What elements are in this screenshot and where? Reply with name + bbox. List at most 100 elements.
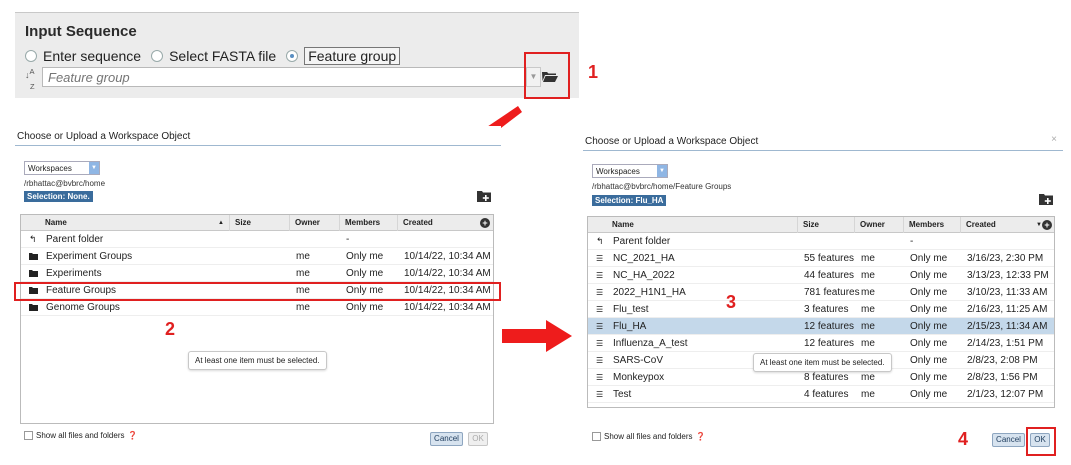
cell-created: 2/15/23, 11:34 AM	[967, 321, 1048, 332]
cell-size: 12 features	[804, 321, 855, 332]
cell-name: Flu_HA	[613, 321, 647, 332]
cell-created: 2/1/23, 12:07 PM	[967, 389, 1044, 400]
close-icon[interactable]: ×	[1051, 134, 1057, 145]
selection-tooltip: At least one item must be selected.	[753, 353, 892, 372]
cell-created: 2/8/23, 1:56 PM	[967, 372, 1038, 383]
sort-az-icon[interactable]: ↓A Z	[25, 68, 39, 91]
cell-created: 3/16/23, 2:30 PM	[967, 253, 1044, 264]
cell-size: 4 features	[804, 389, 849, 400]
table-row[interactable]: Experiments me Only me 10/14/22, 10:34 A…	[21, 265, 493, 282]
add-column-icon[interactable]: +	[480, 218, 490, 228]
new-folder-icon[interactable]	[1039, 193, 1053, 205]
table-row[interactable]: Experiment Groups me Only me 10/14/22, 1…	[21, 248, 493, 265]
col-members[interactable]: Members	[904, 217, 961, 233]
col-created[interactable]: Created ▼	[961, 217, 1054, 233]
help-icon[interactable]: ❓	[128, 431, 138, 440]
selection-badge: Selection: None.	[24, 191, 93, 202]
col-name[interactable]: Name	[588, 217, 798, 233]
selection-badge: Selection: Flu_HA	[592, 195, 667, 206]
list-icon: ☰	[596, 373, 604, 382]
radio-feature-group-label[interactable]: Feature group	[304, 47, 401, 65]
col-name[interactable]: Name ▲	[21, 215, 230, 231]
table-row[interactable]: ↰ Parent folder -	[21, 231, 493, 248]
cell-created: 3/10/23, 11:33 AM	[967, 287, 1048, 298]
list-icon: ☰	[596, 390, 604, 399]
folder-icon	[29, 253, 38, 260]
cell-owner: me	[861, 321, 875, 332]
highlight-box-feature-groups	[14, 282, 501, 301]
table-row[interactable]: ☰ 2022_H1N1_HA 781 features me Only me 3/10/2…	[588, 284, 1054, 301]
workspaces-select[interactable]: Workspaces ▼	[24, 161, 100, 175]
cell-name: Parent folder	[613, 236, 671, 247]
col-size[interactable]: Size	[230, 215, 290, 231]
table-row[interactable]: ☰ Influenza_A_test 12 features me Only me 2/1…	[588, 335, 1054, 352]
cell-owner: me	[861, 270, 875, 281]
table-row[interactable]: ☰ Test 4 features me Only me 2/1/23, 12:07 PM	[588, 386, 1054, 403]
table-row[interactable]: ☰ Flu_HA 12 features me Only me 2/15/23, 11:3…	[588, 318, 1054, 335]
chevron-down-icon: ▼	[89, 162, 99, 174]
cell-created: 3/13/23, 12:33 PM	[967, 270, 1049, 281]
highlight-box-ok	[1026, 427, 1056, 456]
callout-step-3: 3	[726, 292, 737, 312]
file-table: Name Size Owner Members Created ▼ + ↰ Pare…	[587, 216, 1055, 408]
col-owner[interactable]: Owner	[290, 215, 340, 231]
folder-icon	[29, 304, 38, 311]
workspace-path: /rbhattac@bvbrc/home	[24, 179, 106, 188]
arrow-to-right-dialog-icon	[502, 320, 572, 352]
parent-folder-icon: ↰	[29, 234, 37, 244]
cell-members: Only me	[910, 304, 948, 315]
show-all-files-toggle[interactable]: Show all files and folders ❓	[24, 431, 137, 440]
table-row[interactable]: ↰ Parent folder -	[588, 233, 1054, 250]
radio-enter-sequence-label[interactable]: Enter sequence	[43, 48, 141, 64]
table-row[interactable]: ☰ NC_2021_HA 55 features me Only me 3/16/23, …	[588, 250, 1054, 267]
input-sequence-panel: Input Sequence Enter sequence Select FAS…	[15, 12, 579, 98]
col-size[interactable]: Size	[798, 217, 855, 233]
show-all-files-toggle[interactable]: Show all files and folders ❓	[592, 432, 705, 441]
table-row[interactable]: ☰ Flu_test 3 features me Only me 2/16/23, 11:…	[588, 301, 1054, 318]
cell-name: NC_HA_2022	[613, 270, 675, 281]
radio-fasta-file-label[interactable]: Select FASTA file	[169, 48, 276, 64]
parent-folder-icon: ↰	[596, 236, 604, 246]
cell-members: Only me	[910, 253, 948, 264]
highlight-box-folder	[524, 52, 570, 99]
col-members[interactable]: Members	[340, 215, 398, 231]
table-row[interactable]: ☰ NC_HA_2022 44 features me Only me 3/13/23, …	[588, 267, 1054, 284]
help-icon[interactable]: ❓	[696, 432, 706, 441]
list-icon: ☰	[596, 322, 604, 331]
list-icon: ☰	[596, 356, 604, 365]
table-row[interactable]: Genome Groups me Only me 10/14/22, 10:34…	[21, 299, 493, 316]
add-column-icon[interactable]: +	[1042, 220, 1052, 230]
radio-feature-group[interactable]	[286, 50, 299, 62]
cell-created: 2/16/23, 11:25 AM	[967, 304, 1048, 315]
cell-owner: me	[861, 287, 875, 298]
cell-size: 44 features	[804, 270, 855, 281]
show-all-checkbox[interactable]	[24, 431, 33, 440]
list-icon: ☰	[596, 254, 604, 263]
cell-name: 2022_H1N1_HA	[613, 287, 686, 298]
ok-button[interactable]: OK	[468, 432, 488, 446]
cell-size: 55 features	[804, 253, 855, 264]
show-all-checkbox[interactable]	[592, 432, 601, 441]
new-folder-icon[interactable]	[477, 190, 491, 202]
cancel-button[interactable]: Cancel	[992, 433, 1025, 447]
list-icon: ☰	[596, 288, 604, 297]
callout-step-4: 4	[958, 429, 969, 449]
cell-name: SARS-CoV	[613, 355, 664, 366]
cancel-button[interactable]: Cancel	[430, 432, 463, 446]
radio-enter-sequence[interactable]	[25, 50, 37, 62]
chevron-down-icon: ▼	[657, 165, 667, 177]
callout-step-2: 2	[165, 319, 176, 339]
cell-size: 781 features	[804, 287, 860, 298]
radio-fasta-file[interactable]	[151, 50, 164, 62]
cell-size: 12 features	[804, 338, 855, 349]
feature-group-input[interactable]	[42, 67, 531, 87]
cell-members: Only me	[910, 389, 948, 400]
cell-owner: me	[861, 253, 875, 264]
workspaces-select[interactable]: Workspaces ▼	[592, 164, 668, 178]
workspace-path: /rbhattac@bvbrc/home/Feature Groups	[592, 182, 732, 191]
col-owner[interactable]: Owner	[855, 217, 904, 233]
cell-owner: me	[861, 389, 875, 400]
cell-owner: me	[861, 304, 875, 315]
folder-icon	[29, 270, 38, 277]
cell-owner: me	[861, 338, 875, 349]
